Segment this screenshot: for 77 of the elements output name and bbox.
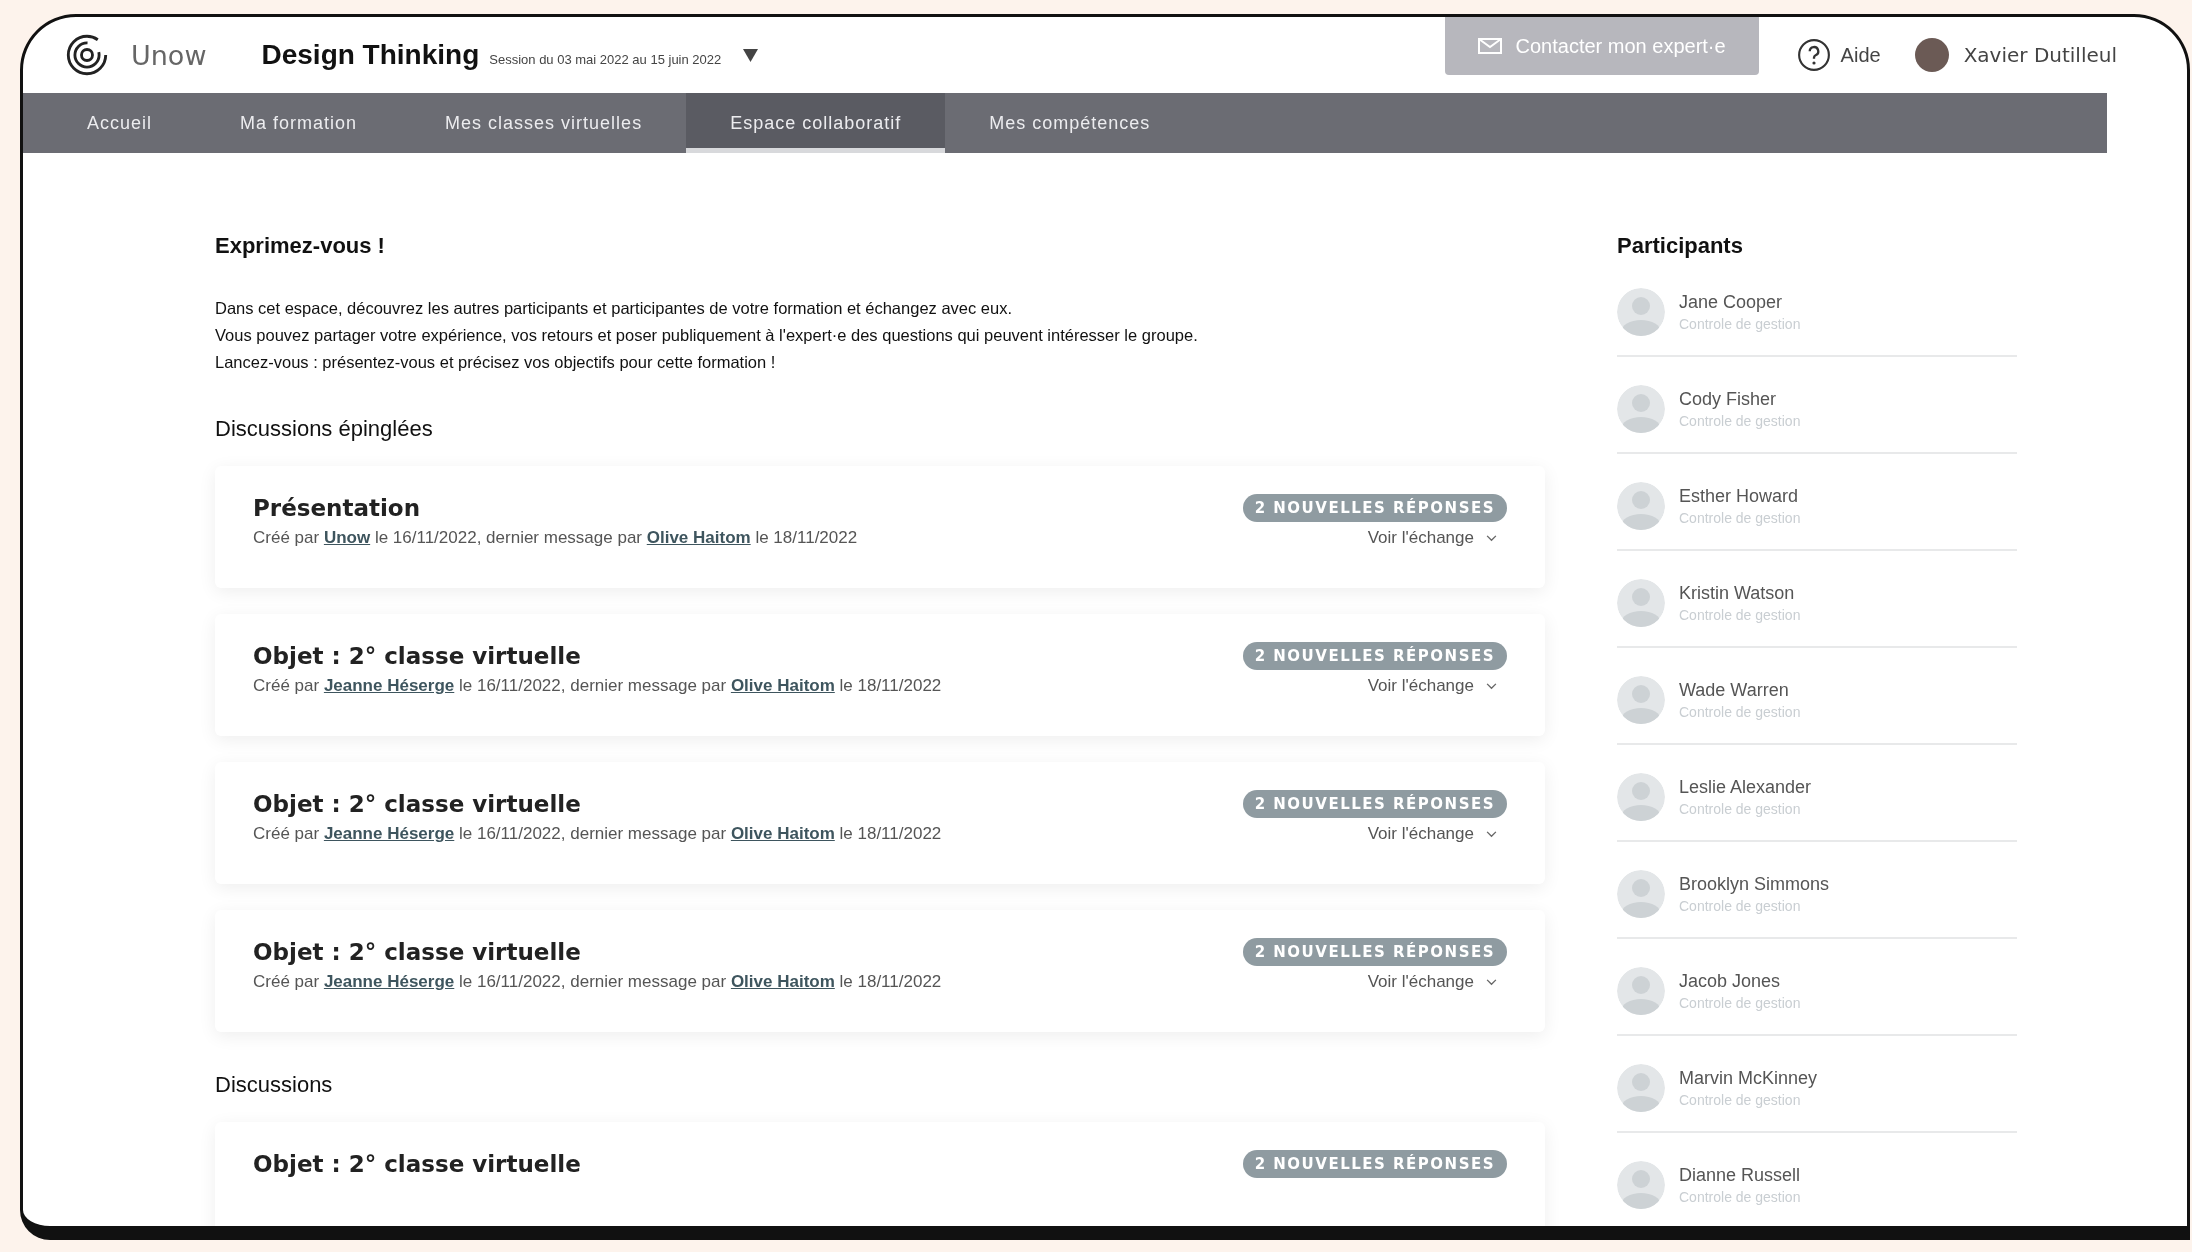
discussion-title: Objet : 2° classe virtuelle xyxy=(253,791,581,817)
intro-text: Lancez-vous : présentez-vous et précisez vos objectifs pour cette formation ! xyxy=(215,352,777,373)
envelope-icon xyxy=(1477,38,1502,54)
author-link[interactable]: Olive Haitom xyxy=(730,824,835,843)
nav-tab[interactable]: Ma formation xyxy=(196,93,402,153)
avatar-silhouette-icon xyxy=(1617,967,1665,1015)
participant-name[interactable]: Esther Howard xyxy=(1679,486,1801,507)
nav-tab[interactable]: Espace collaboratif xyxy=(686,93,946,153)
participant-name[interactable]: Cody Fisher xyxy=(1679,389,1801,410)
participant-name[interactable]: Kristin Watson xyxy=(1679,583,1801,604)
help-icon[interactable] xyxy=(1796,38,1831,72)
section-title: Discussions xyxy=(215,1071,334,1099)
new-replies-badge: 2 NOUVELLES RÉPONSES xyxy=(1242,938,1507,966)
chevron-down-icon xyxy=(1486,534,1497,542)
avatar-silhouette-icon xyxy=(1617,288,1665,336)
participant-name[interactable]: Dianne Russell xyxy=(1679,1165,1801,1186)
discussion-card[interactable]: Objet : 2° classe virtuelle 2 NOUVELLES RÉPONSES Créé par Jeanne Héserge le 16/11/2022, dernier message par Olive Haitom le 18/11/2022 Voir l'échange xyxy=(215,614,1545,736)
avatar-silhouette-icon xyxy=(1617,1161,1665,1209)
help-link[interactable]: Aide xyxy=(1840,43,1881,67)
author-link[interactable]: Olive Haitom xyxy=(646,528,751,547)
avatar-silhouette-icon xyxy=(1617,870,1665,918)
intro-text: Dans cet espace, découvrez les autres participants et participantes de votre formation et échangez avec eux. xyxy=(215,298,1014,319)
view-exchange-button[interactable]: Voir l'échange xyxy=(1367,972,1507,992)
discussion-card[interactable]: Objet : 2° classe virtuelle 2 NOUVELLES RÉPONSES Créé par Jeanne Héserge le 16/11/2022, dernier message par Olive Haitom le 18/11/2022 Voir l'échange xyxy=(215,762,1545,884)
participant-name[interactable]: Wade Warren xyxy=(1679,680,1801,701)
view-exchange-button[interactable]: Voir l'échange xyxy=(1367,528,1507,548)
discussion-card[interactable]: Présentation 2 NOUVELLES RÉPONSES Créé par Unow le 16/11/2022, dernier message par Olive Haitom le 18/11/2022 Voir l'échange xyxy=(215,466,1545,588)
user-avatar[interactable] xyxy=(1914,38,1949,72)
avatar-silhouette-icon xyxy=(1617,385,1665,433)
section-title: Discussions épinglées xyxy=(215,415,434,443)
new-replies-badge: 2 NOUVELLES RÉPONSES xyxy=(1242,790,1507,818)
discussion-card[interactable]: Objet : 2° classe virtuelle 2 NOUVELLES RÉPONSES Créé par Jeanne Héserge le 16/11/2022, dernier message par Olive Haitom le 18/11/2022 Voir l'échange xyxy=(215,910,1545,1032)
new-replies-badge: 2 NOUVELLES RÉPONSES xyxy=(1242,494,1507,522)
view-exchange-button[interactable]: Voir l'échange xyxy=(1367,824,1507,844)
participant-name[interactable]: Leslie Alexander xyxy=(1679,777,1812,798)
chevron-down-icon xyxy=(1486,978,1497,986)
participant-name[interactable]: Jane Cooper xyxy=(1679,292,1801,313)
chevron-down-icon xyxy=(1486,682,1497,690)
discussion-meta: Créé par Jeanne Héserge le 16/11/2022, dernier message par Olive Haitom le 18/11/2022 xyxy=(253,824,942,844)
avatar-silhouette-icon xyxy=(1617,579,1665,627)
participants-title: Participants xyxy=(1617,232,1744,260)
avatar-silhouette-icon xyxy=(1617,1064,1665,1112)
nav-tab[interactable]: Mes classes virtuelles xyxy=(401,93,687,153)
view-exchange-button[interactable]: Voir l'échange xyxy=(1367,676,1507,696)
discussion-title: Présentation xyxy=(253,495,421,521)
author-link[interactable]: Jeanne Héserge xyxy=(323,824,455,843)
intro-title: Exprimez-vous ! xyxy=(215,232,386,260)
spiral-logo-icon xyxy=(65,33,109,77)
new-replies-badge: 2 NOUVELLES RÉPONSES xyxy=(1242,1150,1507,1178)
nav-tab[interactable]: Mes compétences xyxy=(945,93,1195,153)
discussion-card[interactable]: Objet : 2° classe virtuelle 2 NOUVELLES RÉPONSES xyxy=(215,1122,1545,1226)
author-link[interactable]: Jeanne Héserge xyxy=(323,676,455,695)
discussion-meta: Créé par Jeanne Héserge le 16/11/2022, dernier message par Olive Haitom le 18/11/2022 xyxy=(253,676,942,696)
author-link[interactable]: Olive Haitom xyxy=(730,676,835,695)
discussion-title: Objet : 2° classe virtuelle xyxy=(253,939,581,965)
new-replies-badge: 2 NOUVELLES RÉPONSES xyxy=(1242,642,1507,670)
participant-name[interactable]: Marvin McKinney xyxy=(1679,1068,1818,1089)
discussion-meta: Créé par Unow le 16/11/2022, dernier message par Olive Haitom le 18/11/2022 xyxy=(253,528,858,548)
discussion-meta: Créé par Jeanne Héserge le 16/11/2022, dernier message par Olive Haitom le 18/11/2022 xyxy=(253,972,942,992)
participant-name[interactable]: Jacob Jones xyxy=(1679,971,1801,992)
avatar-silhouette-icon xyxy=(1617,773,1665,821)
user-name[interactable]: Xavier Dutilleul xyxy=(1963,43,2117,67)
discussion-title: Objet : 2° classe virtuelle xyxy=(253,1151,581,1177)
avatar-silhouette-icon xyxy=(1617,482,1665,530)
logo-text: Unow xyxy=(131,39,207,71)
participant-name[interactable]: Brooklyn Simmons xyxy=(1679,874,1830,895)
avatar-silhouette-icon xyxy=(1617,676,1665,724)
intro-text: Vous pouvez partager votre expérience, vos retours et poser publiquement à l'expert·e des questions qui peuvent intéresser le groupe. xyxy=(215,325,1199,346)
author-link[interactable]: Unow xyxy=(323,528,371,547)
discussion-title: Objet : 2° classe virtuelle xyxy=(253,643,581,669)
author-link[interactable]: Olive Haitom xyxy=(730,972,835,991)
dropdown-triangle-icon[interactable] xyxy=(743,48,759,62)
session-dates: Session du 03 mai 2022 au 15 juin 2022 xyxy=(489,51,722,67)
course-title: Design Thinking xyxy=(261,39,480,71)
chevron-down-icon xyxy=(1486,830,1497,838)
nav-tab[interactable]: Accueil xyxy=(43,93,197,153)
author-link[interactable]: Jeanne Héserge xyxy=(323,972,455,991)
